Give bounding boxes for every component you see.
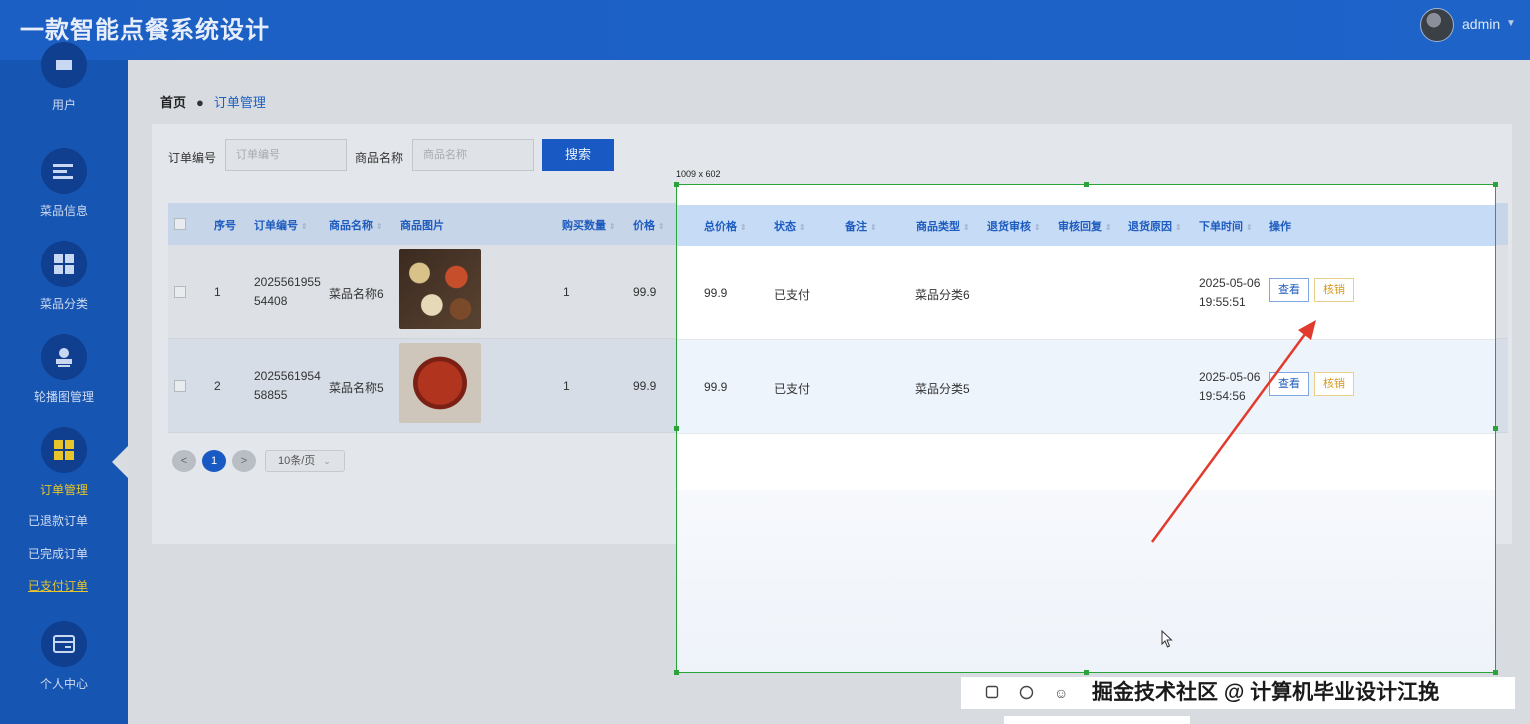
watermark-text: 掘金技术社区 @ 计算机毕业设计江挽 <box>1092 681 1440 704</box>
capture-toolbar-tail <box>1004 716 1190 724</box>
rectangle-tool-icon[interactable] <box>985 685 999 702</box>
mouse-cursor-icon <box>1161 629 1173 653</box>
circle-tool-icon[interactable] <box>1019 685 1034 703</box>
emoji-tool-icon[interactable]: ☺ <box>1054 685 1068 701</box>
annotation-arrow <box>1150 320 1316 543</box>
